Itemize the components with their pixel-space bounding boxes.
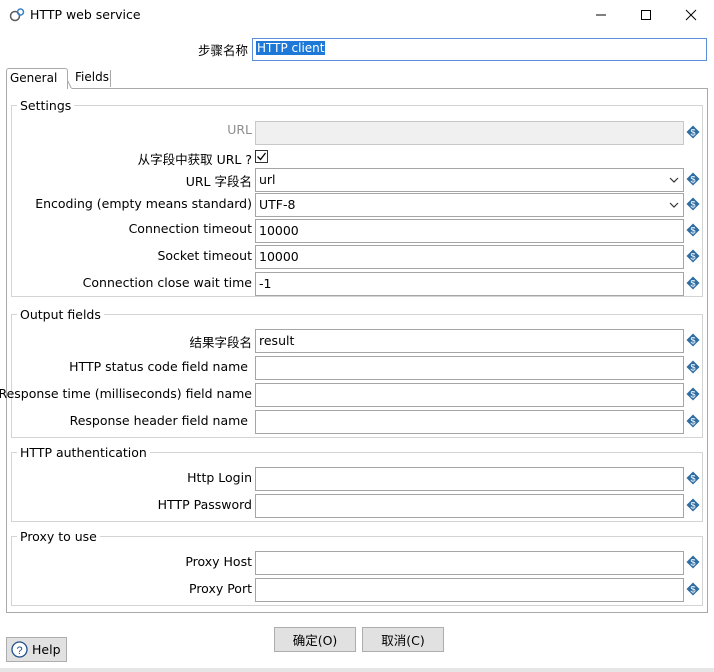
window-title: HTTP web service xyxy=(30,7,141,22)
chevron-down-icon[interactable] xyxy=(668,173,680,187)
variable-icon: $ xyxy=(686,582,700,596)
ok-button[interactable]: 确定(O) xyxy=(274,627,356,652)
variable-icon: $ xyxy=(686,360,700,374)
tab-general[interactable]: General xyxy=(6,68,68,89)
svg-text:$: $ xyxy=(690,501,695,511)
variable-icon: $ xyxy=(686,223,700,237)
response-time-label: Response time (milliseconds) field name xyxy=(0,386,252,401)
url-field-label: URL 字段名 xyxy=(185,174,252,189)
step-name-input[interactable]: HTTP client xyxy=(252,38,707,61)
minimize-icon xyxy=(596,14,606,16)
cancel-button[interactable]: 取消(C) xyxy=(362,627,444,652)
variable-icon: $ xyxy=(686,555,700,569)
http-password-label: HTTP Password xyxy=(157,497,252,512)
proxy-port-input[interactable] xyxy=(255,578,684,602)
variable-icon: $ xyxy=(686,471,700,485)
variable-icon: $ xyxy=(686,333,700,347)
variable-icon: $ xyxy=(686,276,700,290)
close-icon xyxy=(685,9,697,21)
svg-text:$: $ xyxy=(690,585,695,595)
response-header-input[interactable] xyxy=(255,410,684,434)
step-name-value: HTTP client xyxy=(256,41,326,55)
variable-icon: $ xyxy=(686,197,700,211)
connection-timeout-input[interactable]: 10000 xyxy=(255,219,684,243)
proxy-host-label: Proxy Host xyxy=(185,554,252,569)
close-wait-label: Connection close wait time xyxy=(82,275,252,290)
svg-text:$: $ xyxy=(690,474,695,484)
chevron-down-icon[interactable] xyxy=(668,198,680,212)
maximize-icon xyxy=(641,10,651,20)
from-field-checkbox[interactable] xyxy=(255,150,268,163)
proxy-port-label: Proxy Port xyxy=(189,581,252,596)
svg-text:$: $ xyxy=(690,336,695,346)
svg-text:$: $ xyxy=(690,279,695,289)
variable-icon: $ xyxy=(686,249,700,263)
minimize-button[interactable] xyxy=(578,0,624,30)
http-login-input[interactable] xyxy=(255,467,684,491)
url-label: URL xyxy=(227,122,252,137)
url-input xyxy=(255,121,684,145)
encoding-combo[interactable]: UTF-8 xyxy=(255,193,684,217)
svg-text:$: $ xyxy=(690,226,695,236)
url-field-value: url xyxy=(259,172,276,187)
svg-text:$: $ xyxy=(690,417,695,427)
from-field-label: 从字段中获取 URL ? xyxy=(137,152,252,167)
socket-timeout-label: Socket timeout xyxy=(157,248,252,263)
status-code-label: HTTP status code field name xyxy=(69,359,248,374)
svg-text:$: $ xyxy=(690,558,695,568)
tab-fields[interactable]: Fields xyxy=(73,68,109,90)
close-button[interactable] xyxy=(668,0,714,30)
checkmark-icon xyxy=(257,152,267,161)
maximize-button[interactable] xyxy=(623,0,669,30)
url-field-combo[interactable]: url xyxy=(255,168,684,192)
socket-timeout-input[interactable]: 10000 xyxy=(255,245,684,269)
encoding-label: Encoding (empty means standard) xyxy=(35,196,252,211)
variable-icon: $ xyxy=(686,498,700,512)
svg-text:$: $ xyxy=(690,128,695,138)
svg-text:$: $ xyxy=(690,363,695,373)
app-icon xyxy=(9,7,25,23)
proxy-group-title: Proxy to use xyxy=(17,529,100,544)
close-wait-input[interactable]: -1 xyxy=(255,272,684,296)
http-auth-group-title: HTTP authentication xyxy=(17,445,150,460)
status-code-input[interactable] xyxy=(255,356,684,380)
svg-text:$: $ xyxy=(690,200,695,210)
tab-divider xyxy=(110,70,111,87)
window-bottom-edge xyxy=(0,668,714,672)
help-icon: ? xyxy=(11,641,28,658)
variable-icon: $ xyxy=(686,172,700,186)
response-time-input[interactable] xyxy=(255,383,684,407)
svg-text:$: $ xyxy=(690,252,695,262)
connection-timeout-label: Connection timeout xyxy=(128,221,252,236)
variable-icon: $ xyxy=(686,387,700,401)
step-name-label: 步骤名称 xyxy=(197,43,248,58)
http-password-input[interactable] xyxy=(255,494,684,518)
variable-icon: $ xyxy=(686,125,700,139)
svg-text:$: $ xyxy=(690,390,695,400)
encoding-value: UTF-8 xyxy=(259,197,296,212)
result-field-label: 结果字段名 xyxy=(189,335,252,350)
svg-text:$: $ xyxy=(690,175,695,185)
settings-group-title: Settings xyxy=(17,98,75,113)
result-field-input[interactable]: result xyxy=(255,329,684,353)
svg-text:?: ? xyxy=(16,645,22,657)
output-fields-group-title: Output fields xyxy=(17,307,104,322)
help-label: Help xyxy=(32,642,61,657)
response-header-label: Response header field name xyxy=(69,413,248,428)
http-login-label: Http Login xyxy=(187,470,252,485)
variable-icon: $ xyxy=(686,414,700,428)
proxy-host-input[interactable] xyxy=(255,551,684,575)
help-button[interactable]: ? Help xyxy=(6,637,67,662)
